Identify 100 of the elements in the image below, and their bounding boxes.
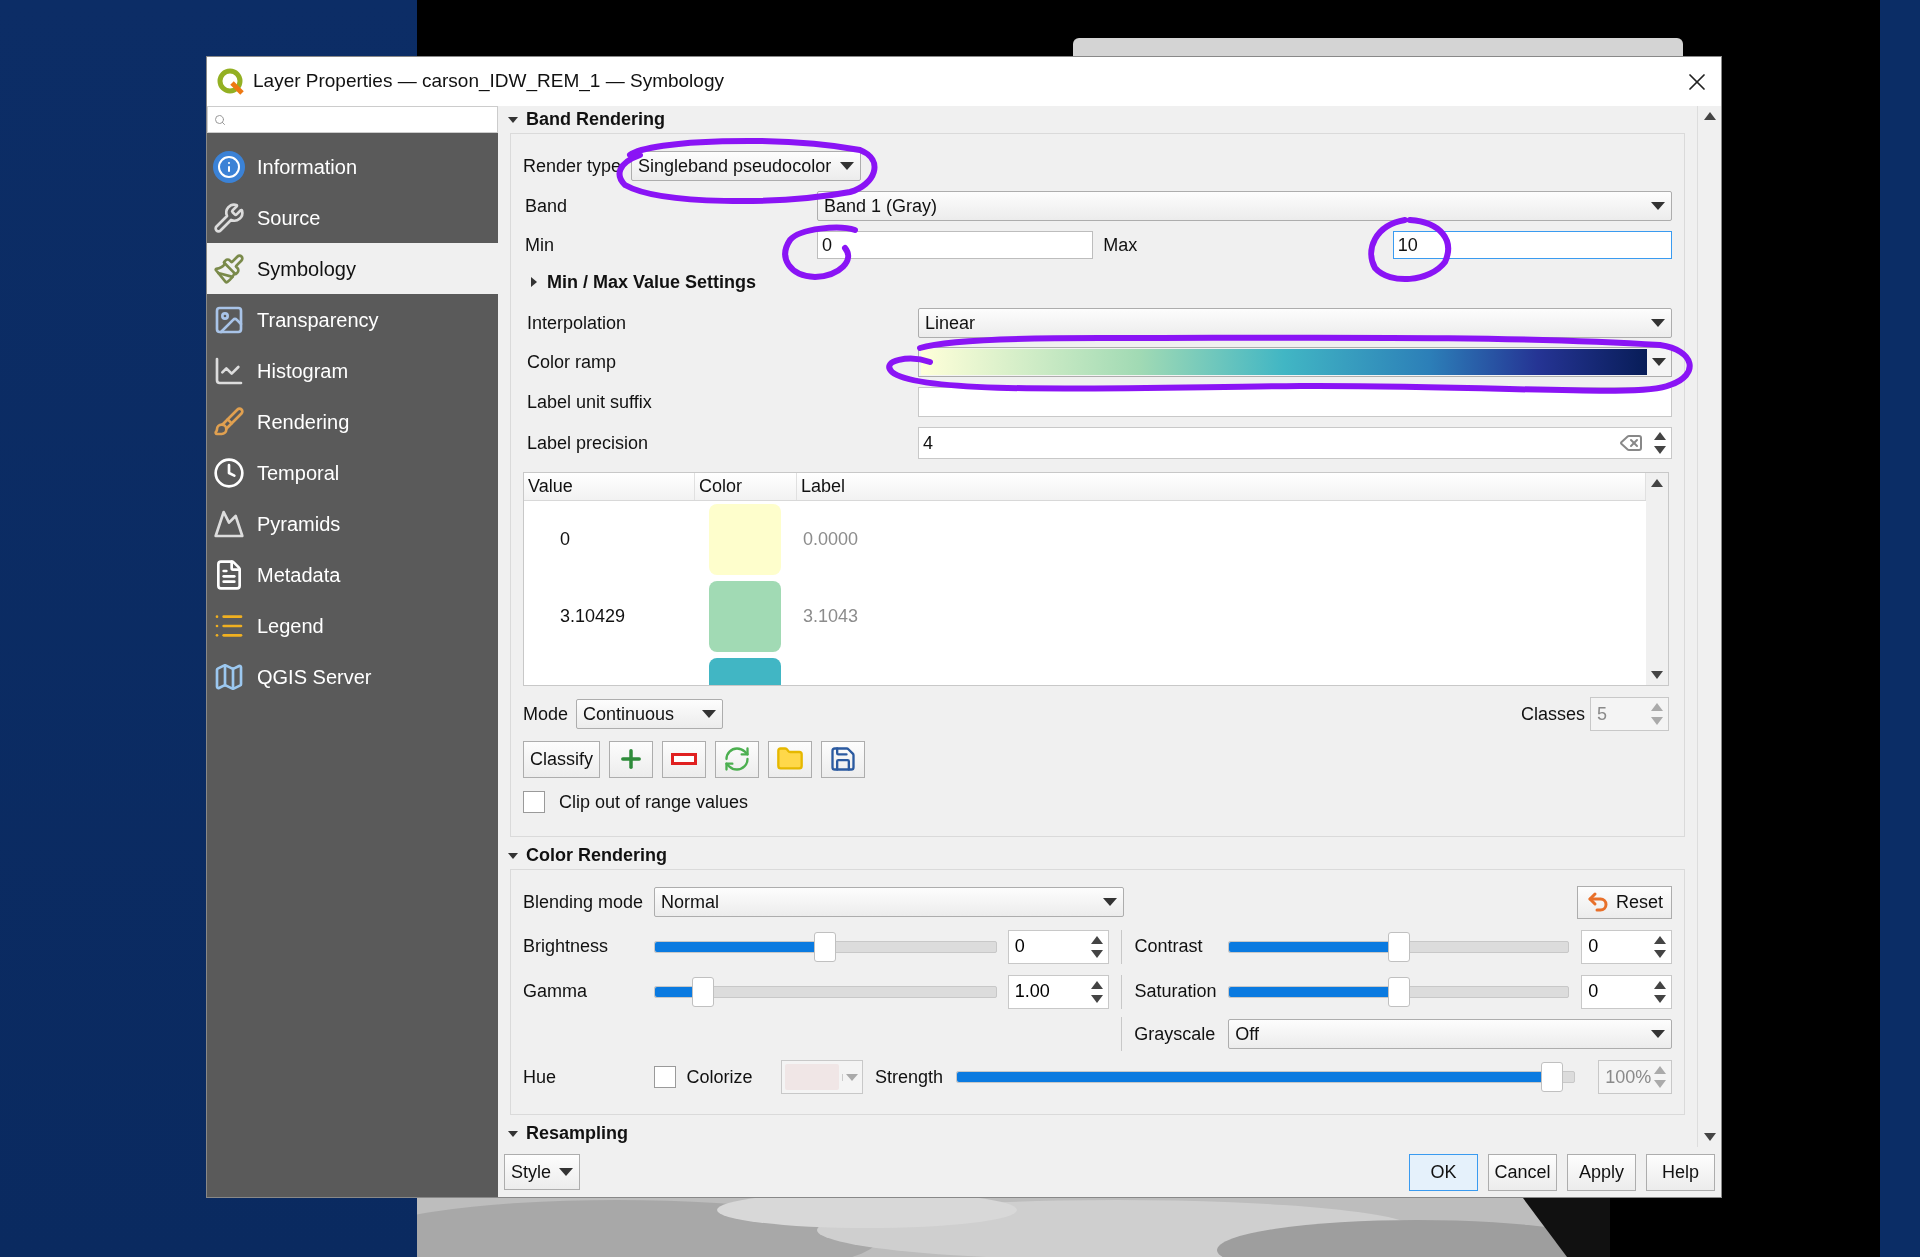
tool-button[interactable] [609, 740, 653, 778]
dropdown[interactable]: Off [1228, 1019, 1672, 1050]
section-title[interactable]: Color Rendering [526, 842, 667, 870]
checkbox[interactable] [654, 1066, 676, 1089]
dropdown[interactable]: Normal [654, 887, 1124, 918]
field-label: Interpolation [527, 311, 628, 335]
spin-box[interactable]: 0 [1007, 929, 1110, 964]
color-picker-button[interactable] [780, 1060, 863, 1095]
sidebar-item[interactable]: Transparency [207, 294, 498, 345]
sidebar-item[interactable]: Information [207, 141, 498, 192]
dialog-button[interactable]: Cancel [1488, 1153, 1557, 1191]
section-title[interactable]: Resampling [526, 1120, 629, 1147]
sidebar-item[interactable]: Legend [207, 600, 498, 651]
slider-track[interactable] [654, 976, 997, 1007]
field-label: Gamma [523, 980, 588, 1004]
sidebar-item[interactable]: Symbology [207, 243, 498, 294]
slider-track[interactable] [1228, 976, 1570, 1007]
collapse-arrow-icon[interactable] [508, 1128, 518, 1139]
table-cell: 3.1043 [803, 606, 859, 626]
spin-box[interactable]: 0 [1581, 974, 1672, 1009]
sidebar-item[interactable]: Pyramids [207, 498, 498, 549]
field-label: Label precision [527, 431, 650, 455]
clock-icon [213, 456, 245, 489]
slider-track[interactable] [955, 1062, 1575, 1093]
spin-arrows-icon [1650, 701, 1664, 727]
checkbox[interactable] [523, 791, 545, 813]
scroll-down-icon[interactable] [1703, 1133, 1716, 1141]
slider-thumb[interactable] [814, 931, 837, 962]
sidebar-item[interactable]: Source [207, 192, 498, 243]
info-icon [213, 150, 245, 183]
caret-icon [840, 162, 854, 170]
color-ramp-dropdown[interactable] [918, 347, 1672, 377]
paintbrush-icon [213, 252, 245, 285]
dropdown[interactable]: Continuous [576, 699, 723, 729]
app-logo-icon [217, 67, 245, 96]
field-label: Mode [523, 702, 570, 726]
field-label: Strength [874, 1065, 944, 1089]
sidebar-item[interactable]: Histogram [207, 345, 498, 396]
slider-thumb[interactable] [692, 976, 715, 1007]
minus-icon [671, 753, 697, 765]
search-field[interactable] [207, 106, 498, 133]
scroll-up-icon[interactable] [1703, 112, 1716, 120]
style-button[interactable]: Style [504, 1154, 581, 1190]
section-title[interactable]: Band Rendering [526, 106, 665, 133]
color-swatch[interactable] [709, 504, 781, 575]
wrench-icon [213, 201, 245, 234]
max-field[interactable]: 10 [1392, 231, 1672, 259]
tool-button[interactable] [821, 740, 865, 778]
scroll-down-icon[interactable] [1651, 671, 1663, 679]
caret-icon [559, 1168, 574, 1176]
sidebar-item[interactable]: Rendering [207, 396, 498, 447]
caret-icon [1652, 358, 1666, 366]
caret-icon [1651, 202, 1665, 210]
field-label: Saturation [1134, 980, 1218, 1004]
classify-button[interactable]: Classify [523, 740, 600, 778]
dialog-button[interactable]: Help [1646, 1153, 1715, 1191]
collapse-arrow-icon[interactable] [508, 850, 518, 861]
caret-icon [846, 1073, 859, 1081]
caret-icon [702, 710, 716, 718]
min-field[interactable]: 0 [817, 231, 1094, 259]
dropdown[interactable]: Band 1 (Gray) [817, 191, 1672, 221]
dialog-button[interactable]: OK [1409, 1153, 1478, 1191]
sidebar-item[interactable]: QGIS Server [207, 651, 498, 702]
reset-button[interactable]: Reset [1576, 885, 1672, 919]
precision-spin-box[interactable]: 4 [918, 427, 1672, 459]
spin-box[interactable]: 0 [1581, 929, 1672, 964]
sidebar-item[interactable]: Metadata [207, 549, 498, 600]
sidebar-item[interactable]: Temporal [207, 447, 498, 498]
dialog-button[interactable]: Apply [1567, 1153, 1636, 1191]
column-header[interactable]: Value [524, 473, 695, 500]
scroll-up-icon[interactable] [1651, 479, 1663, 487]
slider-thumb[interactable] [1387, 931, 1410, 962]
brush-icon [213, 405, 245, 438]
group-title[interactable]: Min / Max Value Settings [547, 268, 757, 296]
caret-icon [1103, 898, 1117, 907]
scrollbar[interactable] [1646, 473, 1668, 685]
field-label: Band [525, 194, 569, 218]
field-label: Color ramp [527, 350, 618, 374]
dropdown[interactable]: Singleband pseudocolor [631, 151, 861, 181]
caret-icon [1651, 1030, 1665, 1039]
field-label: Blending mode [523, 890, 645, 914]
spin-box[interactable]: 1.00 [1007, 974, 1110, 1009]
slider-thumb[interactable] [1387, 976, 1410, 1007]
field-label: Classes [1521, 702, 1587, 726]
slider-track[interactable] [1228, 931, 1570, 962]
field-label: Brightness [523, 935, 610, 959]
field-label: Contrast [1134, 935, 1204, 959]
collapse-arrow-icon[interactable] [508, 114, 518, 125]
dropdown[interactable]: Linear [918, 308, 1672, 338]
search-icon [214, 113, 226, 126]
column-header[interactable]: Color [695, 473, 797, 500]
color-swatch[interactable] [709, 581, 781, 652]
tool-button[interactable] [662, 740, 706, 778]
caret-icon [1651, 319, 1665, 327]
field-label: Min [525, 233, 555, 257]
table-cell: 3.10429 [560, 606, 626, 626]
field-label: Max [1103, 233, 1139, 257]
save-icon [829, 745, 857, 773]
slider-track[interactable] [654, 931, 997, 962]
expand-arrow-icon[interactable] [529, 277, 539, 287]
